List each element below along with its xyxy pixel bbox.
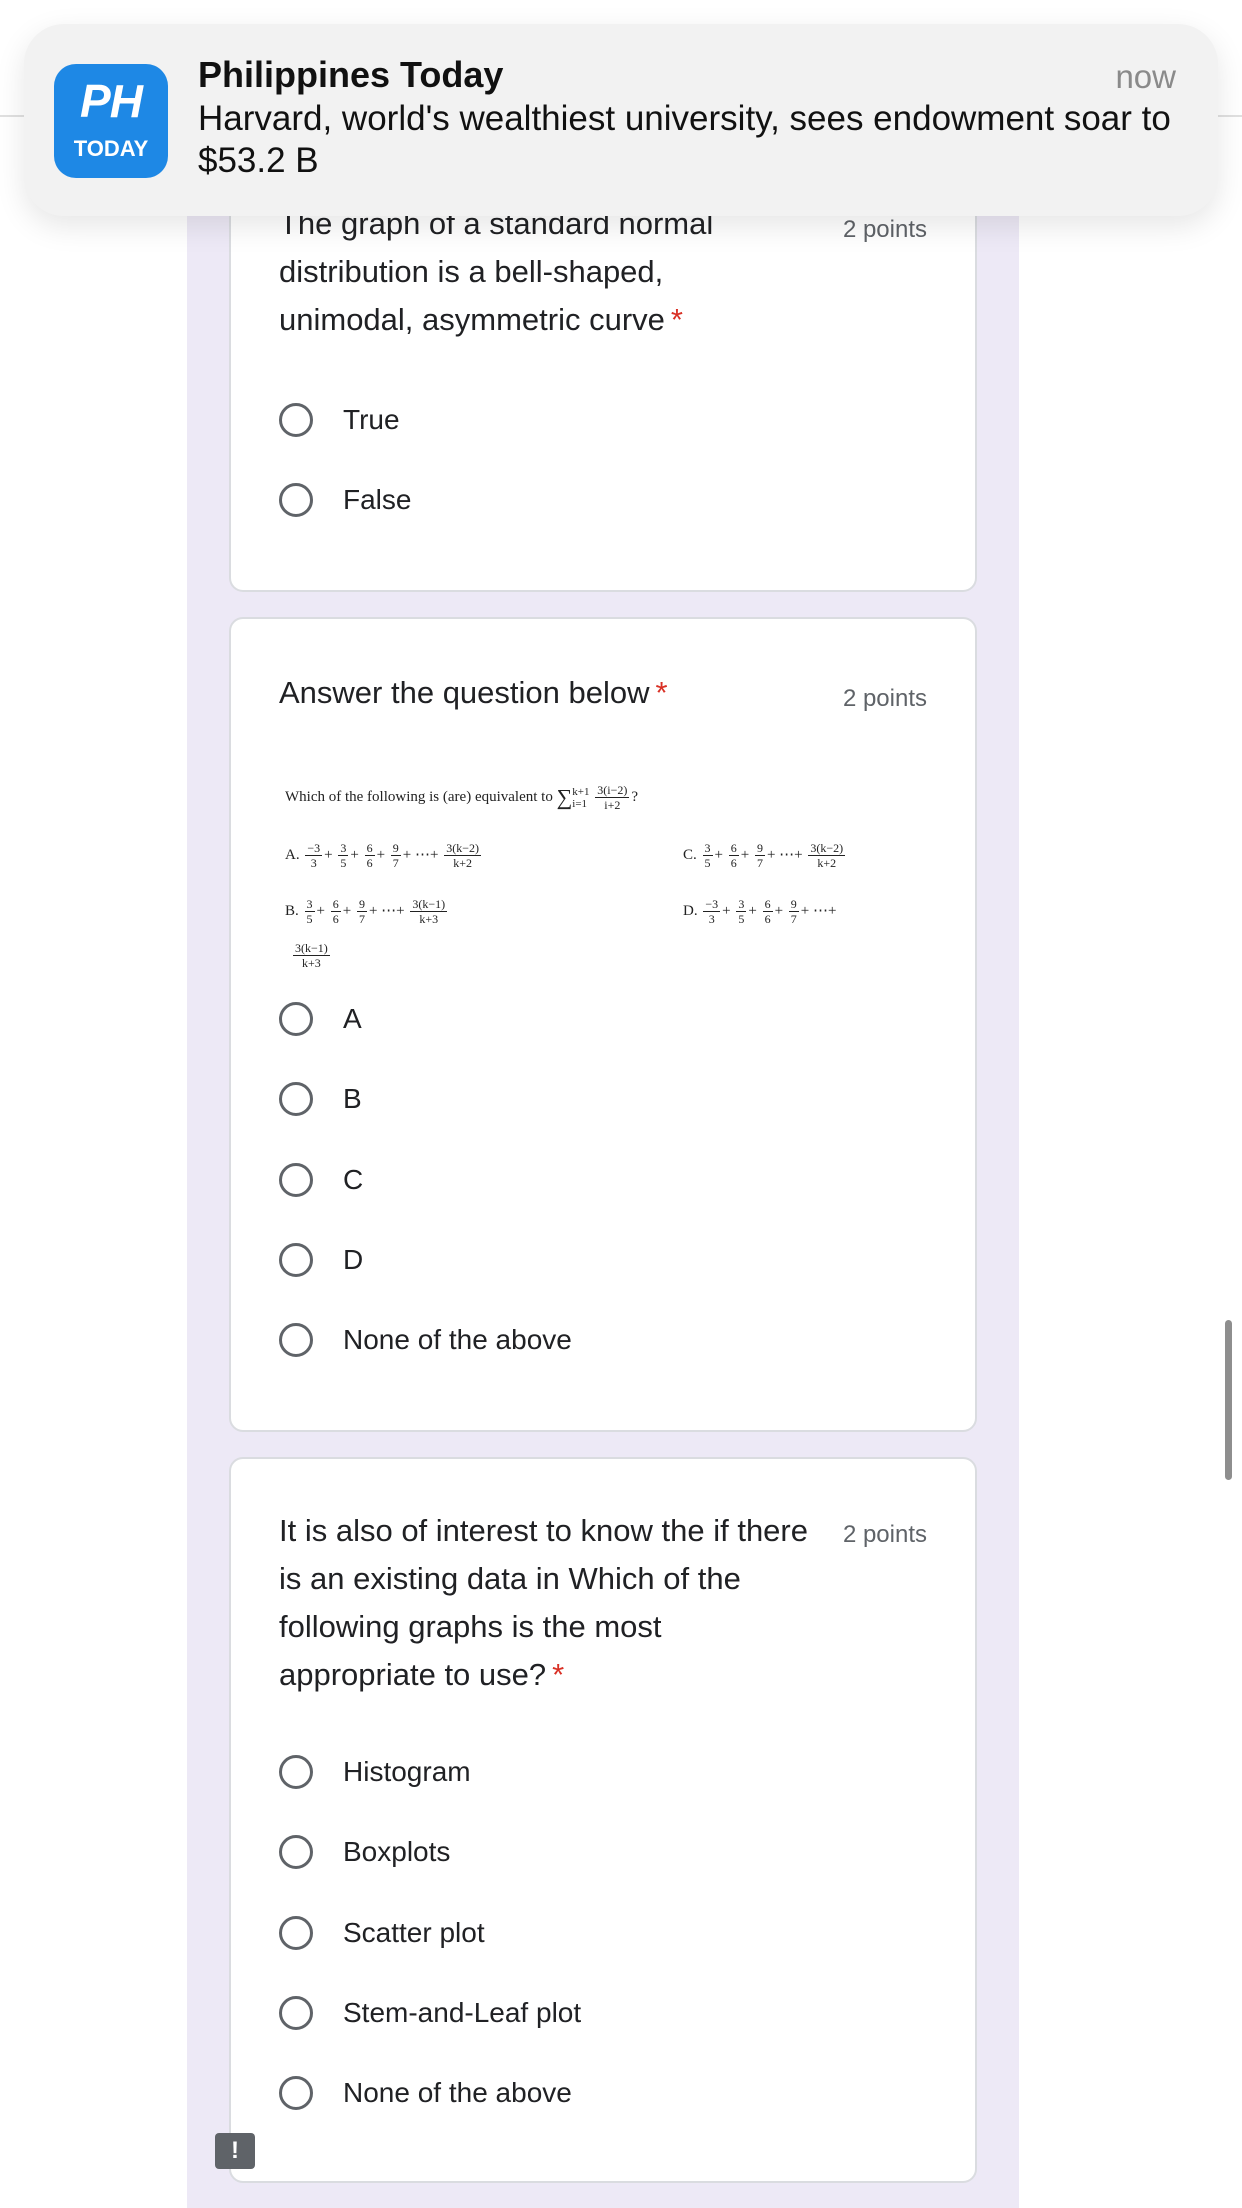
notification-banner[interactable]: PH TODAY Philippines Today now Harvard, … bbox=[24, 24, 1218, 216]
points-label: 2 points bbox=[842, 1521, 927, 1548]
question-title: The graph of a standard normal distribut… bbox=[279, 206, 714, 337]
radio-button[interactable] bbox=[279, 2076, 313, 2110]
image-choice-a: A. −3 3 + 3 5 + 6 6 + 9 7 + ⋯+ 3(k−2) k+2 bbox=[285, 841, 481, 870]
option-label: A bbox=[343, 1003, 362, 1034]
question-title: Answer the question below * bbox=[279, 675, 668, 710]
option-label: Stem-and-Leaf plot bbox=[343, 1997, 582, 2028]
radio-button[interactable] bbox=[279, 403, 313, 437]
points-label: 2 points bbox=[842, 216, 927, 243]
option-stem-and-leaf[interactable]: Stem-and-Leaf plot bbox=[279, 1993, 581, 2033]
option-histogram[interactable]: Histogram bbox=[279, 1752, 471, 1792]
image-choice-d: D. −3 3 + 3 5 + 6 6 + 9 7 + ⋯+ bbox=[683, 897, 837, 926]
radio-button[interactable] bbox=[279, 483, 313, 517]
app-icon: PH TODAY bbox=[54, 64, 168, 178]
question-card-1: The graph of a standard normal distribut… bbox=[229, 150, 977, 592]
option-label: None of the above bbox=[343, 1324, 572, 1355]
option-label: True bbox=[343, 404, 400, 435]
notification-app-name: Philippines Today bbox=[198, 54, 504, 95]
option-label: Scatter plot bbox=[343, 1917, 485, 1948]
option-d[interactable]: D bbox=[279, 1240, 363, 1280]
option-label: B bbox=[343, 1083, 362, 1114]
option-a[interactable]: A bbox=[279, 999, 362, 1039]
image-choice-d-last-term: 3(k−1) k+3 bbox=[293, 941, 330, 970]
option-none[interactable]: None of the above bbox=[279, 1320, 572, 1360]
option-c[interactable]: C bbox=[279, 1160, 363, 1200]
notification-time: now bbox=[1115, 58, 1176, 95]
option-false[interactable]: False bbox=[279, 480, 411, 520]
points-label: 2 points bbox=[842, 685, 927, 712]
radio-button[interactable] bbox=[279, 1755, 313, 1789]
option-true[interactable]: True bbox=[279, 400, 400, 440]
notification-message: Harvard, world's wealthiest university, … bbox=[198, 99, 1171, 180]
option-none[interactable]: None of the above bbox=[279, 2073, 572, 2113]
image-choice-b: B. 3 5 + 6 6 + 9 7 + ⋯+ 3(k−1) k+3 bbox=[285, 897, 448, 926]
option-label: None of the above bbox=[343, 2077, 572, 2108]
required-asterisk: * bbox=[670, 302, 683, 337]
image-choice-c: C. 3 5 + 6 6 + 9 7 + ⋯+ 3(k−2) k+2 bbox=[683, 841, 846, 870]
radio-button[interactable] bbox=[279, 1163, 313, 1197]
radio-button[interactable] bbox=[279, 1243, 313, 1277]
required-asterisk: * bbox=[552, 1657, 565, 1692]
radio-button[interactable] bbox=[279, 1323, 313, 1357]
radio-button[interactable] bbox=[279, 1002, 313, 1036]
app-icon-subtitle: TODAY bbox=[73, 136, 149, 161]
option-label: C bbox=[343, 1164, 364, 1195]
question-card-2: Answer the question below * 2 points Whic… bbox=[229, 617, 977, 1432]
question-title: It is also of interest to know the if th… bbox=[279, 1513, 808, 1692]
option-scatter-plot[interactable]: Scatter plot bbox=[279, 1913, 485, 1953]
option-boxplots[interactable]: Boxplots bbox=[279, 1832, 450, 1872]
image-statement: Which of the following is (are) equivale… bbox=[285, 783, 639, 812]
option-label: Histogram bbox=[343, 1756, 471, 1787]
report-feedback-icon[interactable]: ! bbox=[215, 2133, 255, 2169]
app-icon-logo: PH bbox=[80, 75, 143, 127]
question-card-3: It is also of interest to know the if th… bbox=[229, 1457, 977, 2183]
radio-button[interactable] bbox=[279, 1916, 313, 1950]
option-label: False bbox=[343, 484, 412, 515]
radio-button[interactable] bbox=[279, 1835, 313, 1869]
question-image: Which of the following is (are) equivale… bbox=[285, 779, 925, 989]
radio-button[interactable] bbox=[279, 1996, 313, 2030]
required-asterisk: * bbox=[655, 675, 668, 710]
radio-button[interactable] bbox=[279, 1082, 313, 1116]
option-label: D bbox=[343, 1244, 364, 1275]
scrollbar[interactable] bbox=[1225, 1320, 1232, 1480]
option-b[interactable]: B bbox=[279, 1079, 362, 1119]
option-label: Boxplots bbox=[343, 1836, 451, 1867]
